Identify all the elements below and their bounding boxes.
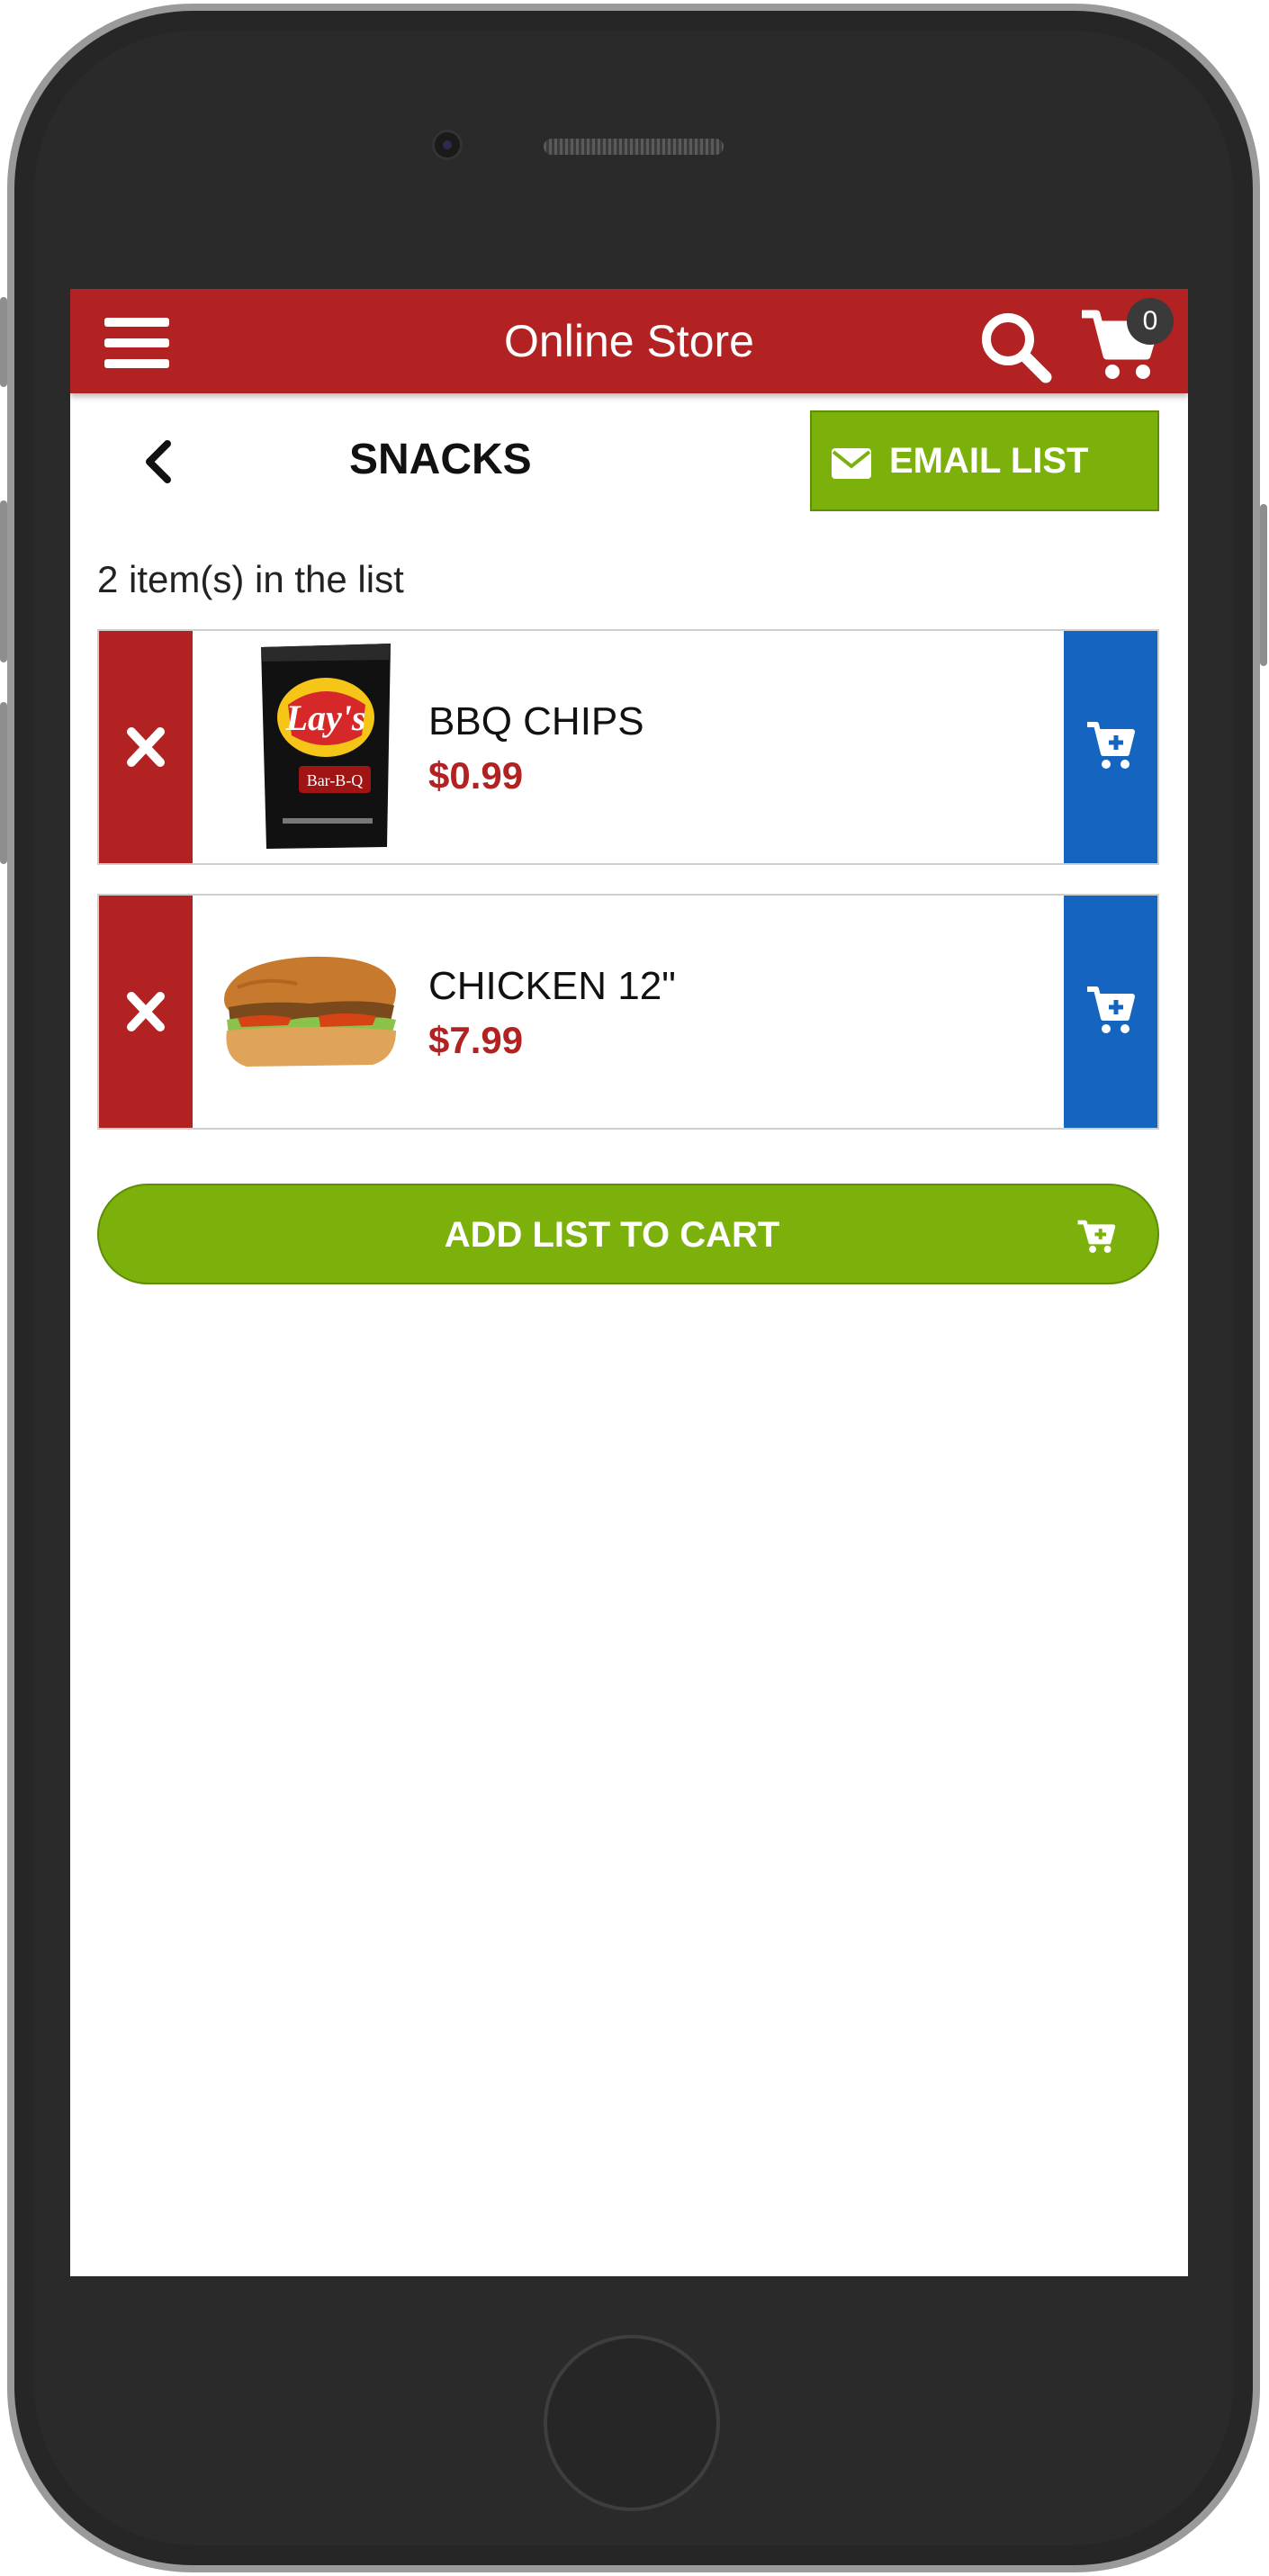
list-title: SNACKS: [349, 436, 532, 483]
item-name: CHICKEN 12": [428, 964, 676, 1008]
svg-text:Bar-B-Q: Bar-B-Q: [307, 771, 364, 789]
item-count-text: 2 item(s) in the list: [97, 558, 404, 600]
phone-power-button: [1260, 504, 1267, 666]
home-button[interactable]: [544, 2335, 720, 2511]
cart-plus-icon: [1077, 1220, 1116, 1253]
cart-plus-icon: [1087, 722, 1135, 769]
search-icon[interactable]: [977, 309, 1053, 384]
app-screen: Online Store 0 SNACKS EMAIL LIST 2 item(…: [70, 289, 1188, 2276]
item-name: BBQ CHIPS: [428, 699, 644, 743]
front-camera: [432, 130, 463, 160]
cart-plus-icon: [1087, 986, 1135, 1033]
chicken-sandwich-image: [224, 956, 396, 1067]
add-item-to-cart-button[interactable]: [1064, 631, 1157, 863]
phone-mute-switch: [0, 297, 7, 387]
envelope-icon: [832, 448, 871, 479]
phone-volume-up: [0, 500, 7, 662]
remove-item-button[interactable]: [99, 896, 193, 1128]
back-chevron-icon[interactable]: [140, 438, 176, 485]
bbq-chips-image: Lay's Bar-B-Q: [261, 644, 391, 849]
app-header: Online Store 0: [70, 289, 1188, 393]
add-list-to-cart-label: ADD LIST TO CART: [444, 1215, 780, 1255]
list-item: CHICKEN 12" $7.99: [97, 894, 1159, 1130]
item-price: $7.99: [428, 1019, 524, 1061]
add-item-to-cart-button[interactable]: [1064, 896, 1157, 1128]
item-price: $0.99: [428, 754, 524, 797]
cart-count-badge: 0: [1127, 298, 1174, 345]
earpiece-speaker: [544, 139, 724, 155]
close-icon: [127, 727, 165, 767]
close-icon: [127, 992, 165, 1031]
email-list-label: EMAIL LIST: [889, 441, 1089, 481]
email-list-button[interactable]: EMAIL LIST: [810, 410, 1159, 511]
remove-item-button[interactable]: [99, 631, 193, 863]
list-item: Lay's Bar-B-Q BBQ CHIPS $0.99: [97, 629, 1159, 865]
svg-text:Lay's: Lay's: [285, 698, 366, 738]
add-list-to-cart-button[interactable]: ADD LIST TO CART: [97, 1184, 1159, 1284]
phone-volume-down: [0, 702, 7, 864]
